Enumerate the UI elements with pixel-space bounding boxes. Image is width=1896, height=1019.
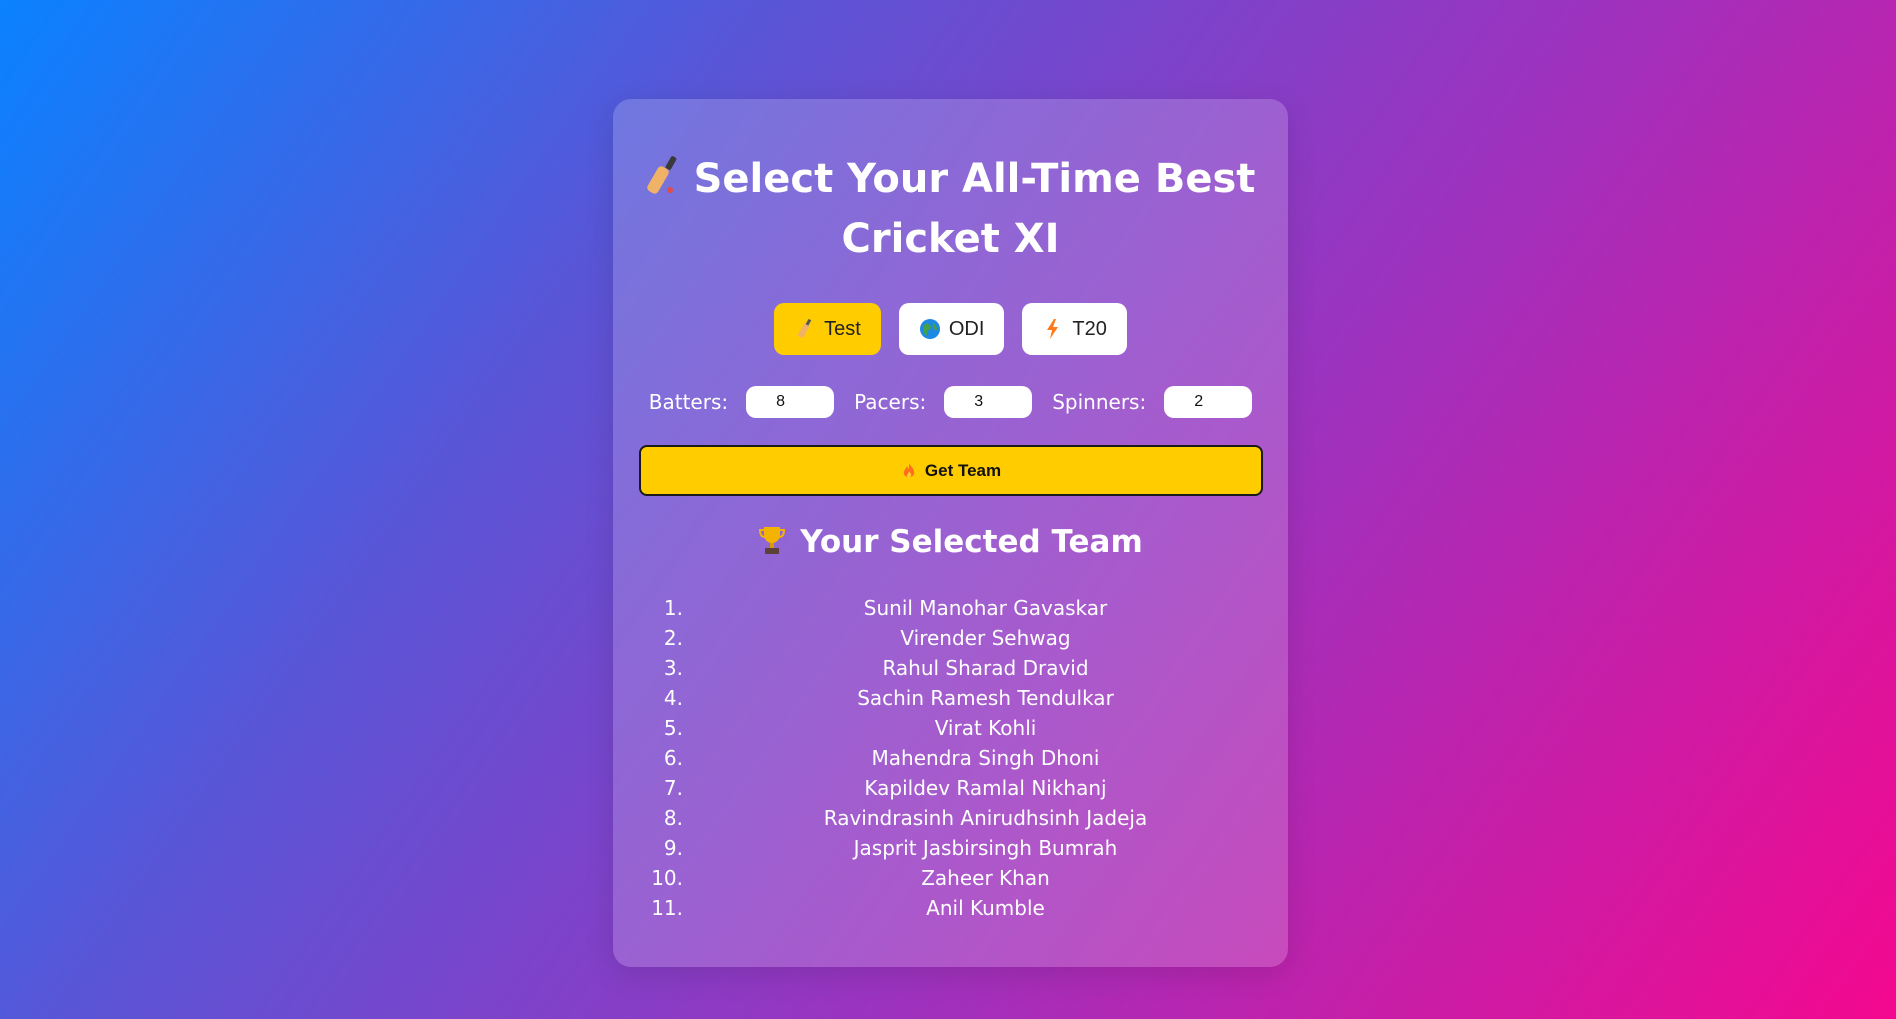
player-number: 7. <box>663 776 683 800</box>
globe-icon <box>919 319 940 339</box>
cricket-bat-icon <box>798 318 812 338</box>
role-counts: Batters: Pacers: Spinners: <box>613 386 1288 418</box>
pacers-input[interactable] <box>944 386 1033 418</box>
list-item: 9. Jasprit Jasbirsingh Bumrah <box>613 833 1288 863</box>
spinners-label: Spinners: <box>1052 390 1147 414</box>
team-heading: Your Selected Team <box>613 519 1288 565</box>
player-name: Mahendra Singh Dhoni <box>871 746 1100 770</box>
trophy-icon <box>759 527 786 554</box>
get-team-button[interactable]: Get Team <box>639 445 1263 496</box>
fire-icon <box>903 462 915 477</box>
player-name: Virat Kohli <box>934 716 1037 740</box>
player-name: Zaheer Khan <box>921 866 1050 890</box>
batters-label: Batters: <box>648 390 729 414</box>
player-number: 6. <box>663 746 683 770</box>
list-item: 3. Rahul Sharad Dravid <box>613 653 1288 683</box>
list-item: 7. Kapildev Ramlal Nikhanj <box>613 773 1288 803</box>
player-number: 1. <box>663 596 683 620</box>
page-title: Select Your All-Time Best Cricket XI <box>613 149 1288 269</box>
tab-t20[interactable]: T20 <box>1022 303 1127 355</box>
list-item: 4. Sachin Ramesh Tendulkar <box>613 683 1288 713</box>
list-item: 5. Virat Kohli <box>613 713 1288 743</box>
lightning-icon <box>1047 319 1059 339</box>
tab-odi[interactable]: ODI <box>898 303 1005 355</box>
player-list: 1. Sunil Manohar Gavaskar 2. Virender Sehw… <box>613 593 1288 923</box>
list-item: 1. Sunil Manohar Gavaskar <box>613 593 1288 623</box>
player-name: Anil Kumble <box>926 896 1045 920</box>
player-number: 3. <box>663 656 683 680</box>
list-item: 6. Mahendra Singh Dhoni <box>613 743 1288 773</box>
title-text: Select Your All-Time Best Cricket XI <box>693 156 1256 262</box>
tab-test[interactable]: Test <box>774 303 881 355</box>
player-name: Sunil Manohar Gavaskar <box>863 596 1108 620</box>
format-selector: Test ODI T20 <box>613 303 1288 355</box>
tab-label: ODI <box>948 317 985 340</box>
tab-label: Test <box>824 317 861 340</box>
player-name: Jasprit Jasbirsingh Bumrah <box>853 836 1118 860</box>
cricket-bat-icon <box>646 156 676 194</box>
player-name: Rahul Sharad Dravid <box>882 656 1089 680</box>
player-number: 5. <box>663 716 683 740</box>
player-number: 8. <box>663 806 683 830</box>
list-item: 2. Virender Sehwag <box>613 623 1288 653</box>
batters-input[interactable] <box>746 386 835 418</box>
player-name: Kapildev Ramlal Nikhanj <box>864 776 1107 800</box>
player-name: Sachin Ramesh Tendulkar <box>857 686 1114 710</box>
list-item: 8. Ravindrasinh Anirudhsinh Jadeja <box>613 803 1288 833</box>
tab-label: T20 <box>1072 317 1107 340</box>
player-number: 2. <box>663 626 683 650</box>
player-number: 10. <box>651 866 683 890</box>
player-number: 9. <box>663 836 683 860</box>
pacers-label: Pacers: <box>854 390 927 414</box>
list-item: 10. Zaheer Khan <box>613 863 1288 893</box>
get-team-label: Get Team <box>924 460 1002 480</box>
player-number: 11. <box>651 896 683 920</box>
list-item: 11. Anil Kumble <box>613 893 1288 923</box>
player-name: Virender Sehwag <box>900 626 1071 650</box>
team-title-text: Your Selected Team <box>800 524 1143 560</box>
player-name: Ravindrasinh Anirudhsinh Jadeja <box>823 806 1148 830</box>
player-number: 4. <box>663 686 683 710</box>
selection-card: Select Your All-Time Best Cricket XI Tes… <box>613 99 1288 967</box>
spinners-input[interactable] <box>1164 386 1253 418</box>
